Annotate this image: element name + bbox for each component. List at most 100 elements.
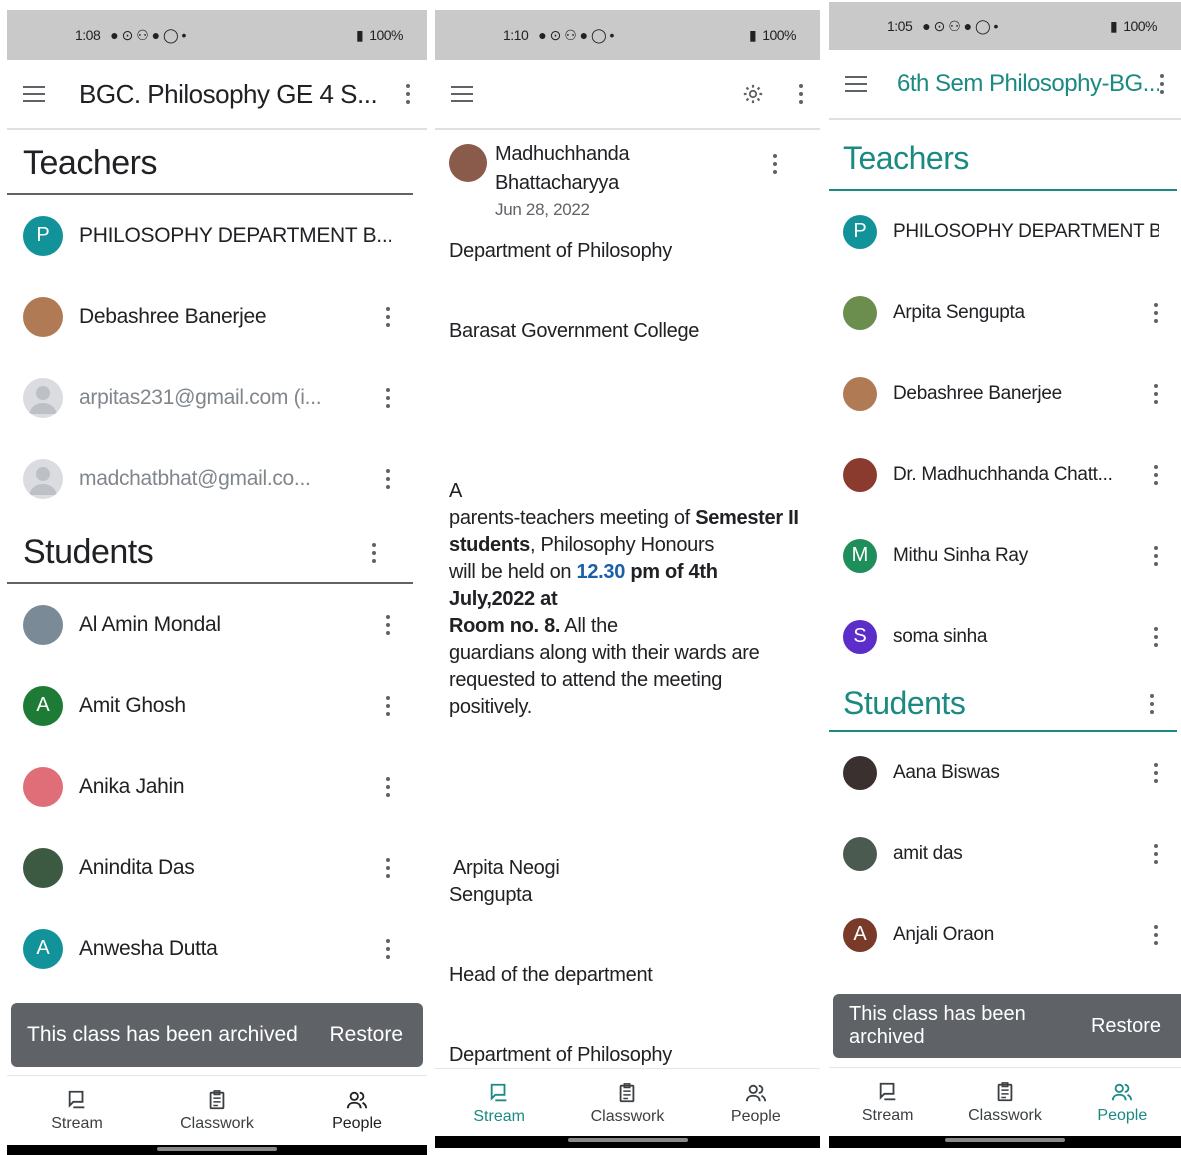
person-row[interactable]: A Amit Ghosh (7, 665, 427, 746)
person-more-icon[interactable] (385, 695, 391, 716)
students-more-icon[interactable] (1149, 693, 1155, 714)
person-name: Debashree Banerjee (893, 382, 1062, 404)
signature-line-1: Arpita Neogi (453, 857, 560, 879)
avatar (23, 847, 63, 888)
person-more-icon[interactable] (1153, 383, 1159, 404)
snackbar-message: This class has been archived (27, 1023, 298, 1046)
person-more-icon[interactable] (385, 306, 391, 327)
person-row[interactable]: Debashree Banerjee (7, 276, 427, 357)
signature-line-4: Department of Philosophy (449, 1044, 672, 1066)
person-name: Debashree Banerjee (79, 304, 267, 328)
person-row[interactable]: Dr. Madhuchhanda Chatt... (829, 434, 1181, 515)
text: , Philosophy Honours (529, 534, 715, 556)
system-home-bar (435, 1136, 820, 1148)
person-row[interactable]: amit das (829, 813, 1181, 894)
menu-icon[interactable] (845, 76, 867, 92)
post-body: Department of Philosophy Barasat Governm… (435, 222, 820, 1079)
person-row[interactable]: Debashree Banerjee (829, 353, 1181, 434)
person-more-icon[interactable] (1153, 545, 1159, 566)
more-options-icon[interactable] (798, 84, 804, 104)
text: parents-teachers meeting of (449, 507, 696, 529)
person-row[interactable]: Anika Jahin (7, 746, 427, 827)
stream-icon (68, 1090, 85, 1108)
person-more-icon[interactable] (1153, 464, 1159, 485)
person-more-icon[interactable] (385, 387, 391, 408)
restore-button[interactable]: Restore (329, 1023, 403, 1047)
nav-classwork[interactable]: Classwork (147, 1076, 287, 1145)
person-row[interactable]: P PHILOSOPHY DEPARTMENT B... (7, 195, 427, 276)
nav-stream[interactable]: Stream (7, 1076, 147, 1145)
teachers-section-header: Teachers (829, 120, 1177, 191)
author-name-line2: Bhattacharyya (495, 172, 619, 194)
battery-level: 100% (1123, 17, 1157, 34)
person-name: Amit Ghosh (79, 693, 186, 717)
person-row[interactable]: P PHILOSOPHY DEPARTMENT B... (829, 191, 1181, 272)
status-bar: 1:05 ● ⊙ ⚇ ● ◯ • ▮ 100% (829, 2, 1181, 50)
time-link[interactable]: 12.30 (577, 561, 626, 583)
person-more-icon[interactable] (385, 776, 391, 797)
person-more-icon[interactable] (1153, 924, 1159, 945)
default-user-icon (29, 385, 57, 414)
snackbar-message: This class has been archived (849, 1003, 1026, 1048)
avatar (843, 836, 877, 871)
person-more-icon[interactable] (385, 614, 391, 635)
teachers-list: P PHILOSOPHY DEPARTMENT B... Arpita Sengup… (829, 191, 1181, 677)
person-row[interactable]: M Mithu Sinha Ray (829, 515, 1181, 596)
avatar (843, 457, 877, 492)
system-home-bar (7, 1145, 427, 1155)
person-row[interactable]: Ssoma sinha (829, 596, 1181, 677)
person-more-icon[interactable] (1153, 762, 1159, 783)
students-section-header: Students (829, 677, 1177, 732)
person-name: soma sinha (893, 625, 988, 647)
author-block: Madhuchhanda Bhattacharyya Jun 28, 2022 (495, 140, 772, 222)
person-row[interactable]: Arpita Sengupta (829, 272, 1181, 353)
restore-button[interactable]: Restore (1091, 1015, 1161, 1038)
avatar: S (843, 619, 877, 654)
more-options-icon[interactable] (405, 84, 411, 104)
avatar (23, 296, 63, 337)
avatar: A (23, 928, 63, 969)
stream-icon (490, 1083, 507, 1101)
students-more-icon[interactable] (371, 542, 377, 563)
nav-stream-label: Stream (473, 1107, 525, 1125)
app-bar: BGC. Philosophy GE 4 S... (7, 60, 427, 130)
signal-icon: ▮ (748, 26, 757, 43)
class-title: 6th Sem Philosophy-BG... (897, 70, 1159, 97)
person-name: Arpita Sengupta (893, 301, 1025, 323)
teachers-list: P PHILOSOPHY DEPARTMENT B... Debashree Ban… (7, 195, 427, 519)
person-row[interactable]: Anindita Das (7, 827, 427, 908)
status-time: 1:10 (503, 26, 529, 43)
person-row[interactable]: arpitas231@gmail.com (i... (7, 357, 427, 438)
person-more-icon[interactable] (385, 468, 391, 489)
archived-snackbar: This class has been archived Restore (11, 1003, 423, 1067)
classwork-icon (209, 1089, 225, 1109)
nav-people[interactable]: People (287, 1076, 427, 1145)
menu-icon[interactable] (451, 86, 473, 102)
menu-icon[interactable] (23, 86, 45, 102)
person-row[interactable]: A Anjali Oraon (829, 894, 1181, 975)
person-row[interactable]: Aana Biswas (829, 732, 1181, 813)
person-more-icon[interactable] (385, 857, 391, 878)
person-row[interactable]: A Anwesha Dutta (7, 908, 427, 989)
person-row[interactable]: madchatbhat@gmail.co... (7, 438, 427, 519)
nav-classwork[interactable]: Classwork (946, 1068, 1063, 1137)
nav-stream[interactable]: Stream (435, 1069, 563, 1138)
nav-stream[interactable]: Stream (829, 1068, 946, 1137)
person-row[interactable]: Al Amin Mondal (7, 584, 427, 665)
class-title: BGC. Philosophy GE 4 S... (79, 78, 378, 109)
settings-gear-icon[interactable] (742, 83, 764, 105)
person-more-icon[interactable] (1153, 843, 1159, 864)
nav-people-label: People (730, 1107, 781, 1125)
app-bar: 6th Sem Philosophy-BG... (829, 50, 1181, 120)
bold-text: Room no. 8. (449, 615, 561, 637)
classwork-icon (620, 1082, 635, 1102)
status-time: 1:08 (75, 26, 101, 43)
person-more-icon[interactable] (385, 938, 391, 959)
more-options-icon[interactable] (1159, 74, 1165, 94)
person-more-icon[interactable] (1153, 302, 1159, 323)
person-more-icon[interactable] (1153, 626, 1159, 647)
post-more-icon[interactable] (772, 154, 778, 174)
nav-people[interactable]: People (692, 1069, 820, 1138)
nav-people[interactable]: People (1064, 1068, 1181, 1137)
nav-classwork[interactable]: Classwork (563, 1069, 691, 1138)
